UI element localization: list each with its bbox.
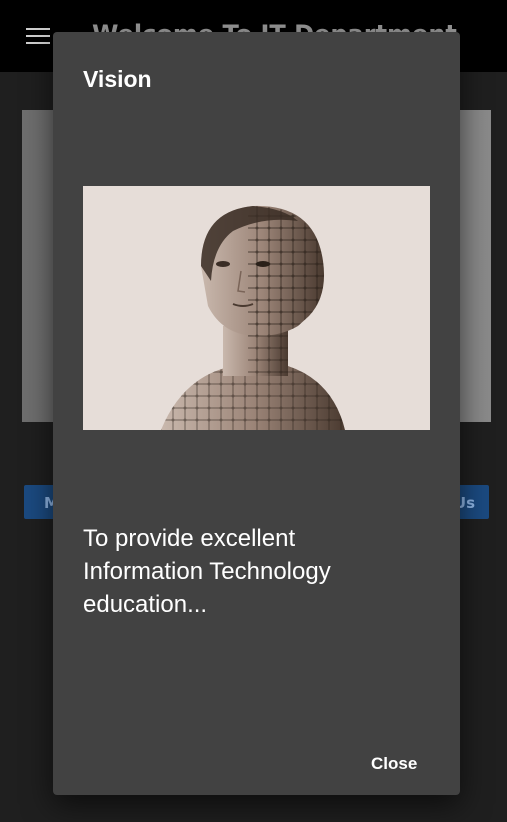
dialog-title: Vision (83, 66, 152, 92)
close-button[interactable]: Close (371, 754, 417, 774)
vision-statement: To provide excellent Information Technol… (83, 525, 331, 618)
vision-dialog: Vision To provide excellent Information … (53, 32, 460, 795)
menu-icon[interactable] (26, 28, 50, 46)
vision-image (83, 186, 430, 430)
